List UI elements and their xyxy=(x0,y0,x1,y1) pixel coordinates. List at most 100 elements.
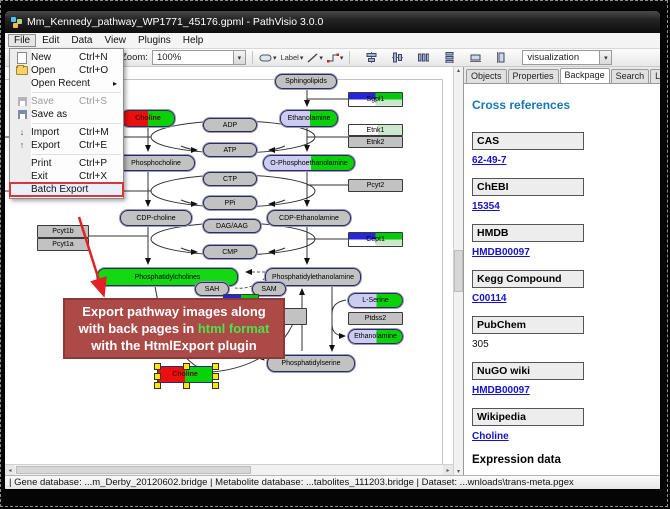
label-tool-button[interactable]: Label ▾ xyxy=(280,51,303,65)
tab-properties[interactable]: Properties xyxy=(508,69,559,83)
title-bar[interactable]: Mm_Kennedy_pathway_WP1771_45176.gpml - P… xyxy=(5,11,660,33)
selection-handle[interactable] xyxy=(154,373,161,380)
selection-handle[interactable] xyxy=(154,363,161,370)
scrollbar-thumb[interactable] xyxy=(454,250,463,292)
pathway-node-pcyt2[interactable]: Pcyt2 xyxy=(348,179,403,192)
app-icon xyxy=(11,17,22,28)
tab-legend[interactable]: Legend xyxy=(650,69,661,83)
line-tool-icon xyxy=(307,53,318,63)
crossref-header-kegg-compound: Kegg Compound xyxy=(472,270,584,288)
connector-tool-button[interactable]: ▾ xyxy=(327,51,344,65)
chevron-down-icon[interactable]: ▾ xyxy=(599,51,611,64)
tab-search[interactable]: Search xyxy=(611,69,650,83)
pathway-node-ppi[interactable]: PPi xyxy=(203,196,257,210)
pathway-node-choline-selected[interactable]: Choline xyxy=(157,366,213,383)
file-menu-item-open-recent[interactable]: Open Recent▸ xyxy=(10,77,123,90)
stack-h-button[interactable] xyxy=(468,51,482,65)
pathway-node-cdp-choline[interactable]: CDP-choline xyxy=(120,210,192,226)
crossref-value-kegg-compound[interactable]: C00114 xyxy=(472,293,660,304)
selection-handle[interactable] xyxy=(183,382,190,389)
scroll-left-icon[interactable]: ◂ xyxy=(5,465,15,475)
align-center-y-button[interactable] xyxy=(390,51,404,65)
canvas-vertical-scrollbar[interactable]: ▴ ▾ xyxy=(453,67,463,475)
menubar-item-data[interactable]: Data xyxy=(65,34,98,47)
menu-item-label: Save as xyxy=(31,109,117,120)
file-menu: NewCtrl+NOpenCtrl+OOpen Recent▸ SaveCtrl+… xyxy=(9,48,124,199)
pathway-node-sgpl1[interactable]: Sgpl1 xyxy=(348,92,403,107)
pathway-node-pcyt1b[interactable]: Pcyt1b xyxy=(37,225,89,238)
pathway-node-dag-aag[interactable]: DAG/AAG xyxy=(203,219,261,233)
selection-handle[interactable] xyxy=(212,382,219,389)
menubar-item-help[interactable]: Help xyxy=(177,34,210,47)
file-menu-item-open[interactable]: OpenCtrl+O xyxy=(10,64,123,77)
chevron-down-icon: ▾ xyxy=(319,54,323,62)
file-menu-item-exit[interactable]: ExitCtrl+X xyxy=(10,170,123,183)
pathway-node-phosphocholine[interactable]: Phosphocholine xyxy=(117,155,195,171)
pathway-node-ptdss2[interactable]: Ptdss2 xyxy=(348,312,403,325)
menu-item-shortcut: Ctrl+O xyxy=(79,65,117,76)
pathway-node-sphingolipids[interactable]: Sphingolipids xyxy=(275,74,337,89)
crossref-header-cas: CAS xyxy=(472,132,584,150)
gene-tool-button[interactable]: ▾ xyxy=(259,51,277,65)
file-menu-item-save[interactable]: SaveCtrl+S xyxy=(10,95,123,108)
crossref-value-hmdb[interactable]: HMDB00097 xyxy=(472,247,660,258)
pathway-node-etnk2[interactable]: Etnk2 xyxy=(348,136,403,148)
tab-backpage[interactable]: Backpage xyxy=(560,68,610,83)
selection-handle[interactable] xyxy=(183,363,190,370)
line-tool-button[interactable]: ▾ xyxy=(307,51,323,65)
file-menu-item-export[interactable]: ↑ExportCtrl+E xyxy=(10,139,123,152)
pathway-node-adp[interactable]: ADP xyxy=(203,118,257,132)
stack-v-button[interactable] xyxy=(494,51,508,65)
pathway-node-ethanolamine-top[interactable]: Ethanolamine xyxy=(280,110,338,127)
crossref-value-nugo-wiki[interactable]: HMDB00097 xyxy=(472,385,660,396)
file-menu-item-batch-export[interactable]: Batch Export xyxy=(10,183,123,196)
zoom-value: 100% xyxy=(153,52,233,63)
chevron-down-icon[interactable]: ▾ xyxy=(233,51,245,64)
pathway-node-choline-top[interactable]: Choline xyxy=(121,110,175,127)
menu-item-label: Open xyxy=(31,65,79,76)
pathway-node-cdp-ethanolamine[interactable]: CDP-Ethanolamine xyxy=(267,210,351,226)
pathway-node-ethanolamine-bottom[interactable]: Ethanolamine xyxy=(348,329,403,344)
pathway-node-atp[interactable]: ATP xyxy=(203,143,257,157)
file-menu-item-new[interactable]: NewCtrl+N xyxy=(10,51,123,64)
toolbar-separator xyxy=(252,51,253,64)
pathway-node-cmp[interactable]: CMP xyxy=(203,245,257,259)
new-document-icon xyxy=(13,52,31,63)
zoom-combobox[interactable]: 100% ▾ xyxy=(152,50,246,65)
file-menu-item-import[interactable]: ↓ImportCtrl+M xyxy=(10,126,123,139)
pathway-node-ctp[interactable]: CTP xyxy=(203,172,257,186)
crossref-value-chebi[interactable]: 15354 xyxy=(472,201,660,212)
visualization-combobox[interactable]: visualization ▾ xyxy=(522,50,612,65)
canvas-horizontal-scrollbar[interactable]: ◂ ▸ xyxy=(5,464,453,475)
selection-handle[interactable] xyxy=(212,363,219,370)
tab-objects[interactable]: Objects xyxy=(466,69,507,83)
menu-item-label: Open Recent xyxy=(31,78,113,89)
menubar-item-edit[interactable]: Edit xyxy=(36,34,65,47)
side-panel: ObjectsPropertiesBackpageSearchLegend Cr… xyxy=(463,67,660,475)
file-menu-item-save-as[interactable]: Save as xyxy=(10,108,123,121)
selection-handle[interactable] xyxy=(154,382,161,389)
pathway-node-l-serine[interactable]: L-Serine xyxy=(348,293,403,308)
crossref-value-wikipedia[interactable]: Choline xyxy=(472,431,660,442)
distribute-v-button[interactable] xyxy=(442,51,456,65)
pathway-node-o-phosphoethanolamine[interactable]: O-Phosphoethanolamine xyxy=(263,155,355,171)
crossref-value-cas[interactable]: 62-49-7 xyxy=(472,155,660,166)
menubar-item-plugins[interactable]: Plugins xyxy=(132,34,177,47)
scroll-down-icon[interactable]: ▾ xyxy=(457,468,460,475)
menubar-item-view[interactable]: View xyxy=(98,34,132,47)
pathway-node-etnk1[interactable]: Etnk1 xyxy=(348,124,403,136)
scroll-up-icon[interactable]: ▴ xyxy=(457,67,460,74)
pathway-node-pcyt1a[interactable]: Pcyt1a xyxy=(37,238,89,251)
distribute-h-button[interactable] xyxy=(416,51,430,65)
pathvisio-window: Mm_Kennedy_pathway_WP1771_45176.gpml - P… xyxy=(4,10,661,490)
menu-item-shortcut: Ctrl+S xyxy=(79,96,117,107)
save-icon xyxy=(13,96,31,107)
align-center-x-button[interactable] xyxy=(364,51,378,65)
file-menu-item-print[interactable]: PrintCtrl+P xyxy=(10,157,123,170)
menubar-item-file[interactable]: File xyxy=(8,34,36,47)
scrollbar-thumb[interactable] xyxy=(16,466,251,474)
selection-handle[interactable] xyxy=(212,373,219,380)
pathway-node-cept1[interactable]: Cept1 xyxy=(348,232,403,247)
scroll-right-icon[interactable]: ▸ xyxy=(443,465,453,475)
align-center-x-icon xyxy=(366,52,377,63)
